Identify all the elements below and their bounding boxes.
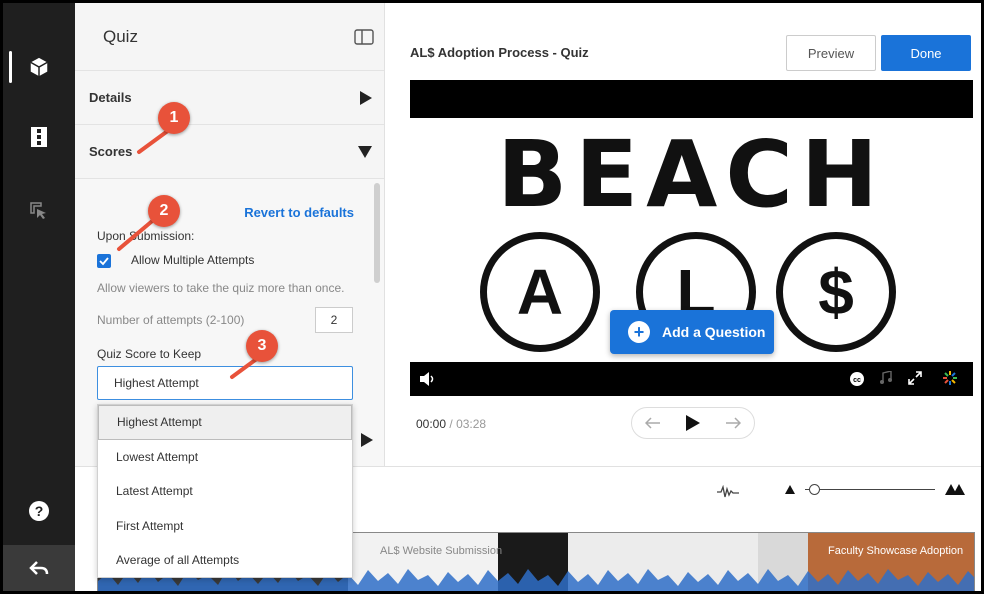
svg-text:cc: cc (853, 377, 861, 384)
editor-window: ? Quiz Details Scores Revert to defaults… (3, 3, 981, 591)
video-title: AL$ Adoption Process - Quiz (410, 45, 589, 60)
callout-badge-2: 2 (148, 195, 180, 227)
zoom-slider[interactable] (785, 483, 965, 497)
time-separator: / (449, 417, 453, 431)
left-rail: ? (3, 3, 75, 591)
rail-item-help[interactable]: ? (3, 481, 75, 541)
next-arrow-icon[interactable] (725, 417, 742, 429)
rail-item-chapters[interactable] (3, 107, 75, 167)
panel-scrollbar[interactable] (374, 183, 380, 283)
score-to-keep-select[interactable]: Highest Attempt (97, 366, 353, 400)
dropdown-option-highest[interactable]: Highest Attempt (98, 405, 352, 440)
back-arrow-icon (29, 561, 49, 575)
main-editor: AL$ Adoption Process - Quiz Preview Done… (386, 3, 981, 466)
play-icon[interactable] (685, 415, 700, 431)
cursor-select-icon (30, 202, 46, 219)
attempts-count-input[interactable]: 2 (315, 307, 353, 333)
collapse-down-icon (358, 145, 372, 158)
rail-item-interactions[interactable] (3, 181, 75, 241)
back-button[interactable] (3, 545, 75, 591)
expand-right-icon (360, 90, 372, 105)
previous-arrow-icon[interactable] (644, 417, 661, 429)
dropdown-option-lowest[interactable]: Lowest Attempt (98, 440, 352, 475)
score-to-keep-label: Quiz Score to Keep (97, 347, 202, 361)
video-frame-circle-dollar: $ (776, 232, 896, 352)
playback-controls (631, 407, 755, 439)
preview-button[interactable]: Preview (786, 35, 876, 71)
player-controls-bar: cc (410, 362, 973, 396)
help-icon: ? (29, 501, 49, 521)
circle-letter-dollar: $ (818, 256, 854, 328)
add-question-label: Add a Question (662, 324, 766, 340)
dropdown-option-first[interactable]: First Attempt (98, 509, 352, 544)
circle-letter-a: A (516, 256, 564, 328)
quiz-panel-title: Quiz (103, 26, 138, 46)
done-button[interactable]: Done (881, 35, 971, 71)
section-details[interactable]: Details (75, 71, 384, 125)
dropdown-option-average[interactable]: Average of all Attempts (98, 543, 352, 578)
multiple-attempts-help-text: Allow viewers to take the quiz more than… (97, 281, 345, 295)
svg-text:?: ? (35, 503, 44, 519)
zoom-track (805, 489, 935, 490)
score-to-keep-dropdown: Highest Attempt Lowest Attempt Latest At… (97, 404, 353, 578)
zoom-out-icon[interactable] (785, 485, 795, 494)
music-icon[interactable] (880, 371, 892, 385)
video-frame-circle-a: A (480, 232, 600, 352)
spinner-logo-icon (943, 371, 957, 385)
add-question-button[interactable]: + Add a Question (610, 310, 774, 354)
volume-icon[interactable] (420, 372, 436, 386)
rail-item-quiz[interactable] (3, 37, 75, 97)
video-frame-beach-text: BEACH (497, 120, 886, 228)
playback-time: 00:00 / 03:28 (416, 417, 486, 431)
fullscreen-icon[interactable] (908, 371, 922, 385)
attempts-count-label: Number of attempts (2-100) (97, 313, 245, 327)
zoom-in-icon[interactable] (945, 484, 965, 495)
video-player[interactable]: BEACH A L $ cc + Add a Question (410, 80, 973, 396)
zoom-knob[interactable] (809, 484, 820, 495)
checkmark-icon (99, 257, 109, 266)
film-icon (31, 127, 47, 147)
section-scores[interactable]: Scores (75, 125, 384, 179)
panel-toggle-icon[interactable] (354, 28, 374, 45)
closed-captions-icon[interactable]: cc (850, 372, 864, 386)
player-letterbox-top (410, 80, 973, 118)
callout-badge-1: 1 (158, 102, 190, 134)
allow-multiple-attempts-label[interactable]: Allow Multiple Attempts (131, 253, 254, 267)
section-details-label: Details (89, 90, 132, 105)
dropdown-option-latest[interactable]: Latest Attempt (98, 474, 352, 509)
duration: 03:28 (456, 417, 487, 431)
plus-icon: + (628, 321, 650, 343)
cube-icon (30, 57, 48, 77)
allow-multiple-attempts-checkbox[interactable] (97, 254, 111, 268)
waveform-icon[interactable] (717, 485, 739, 499)
score-to-keep-value: Highest Attempt (114, 376, 199, 390)
section-scores-label: Scores (89, 144, 133, 159)
current-time: 00:00 (416, 417, 447, 431)
expand-right-icon (361, 433, 373, 447)
quiz-panel-header: Quiz (75, 3, 384, 71)
revert-to-defaults-link[interactable]: Revert to defaults (244, 205, 354, 220)
callout-badge-3: 3 (246, 330, 278, 362)
